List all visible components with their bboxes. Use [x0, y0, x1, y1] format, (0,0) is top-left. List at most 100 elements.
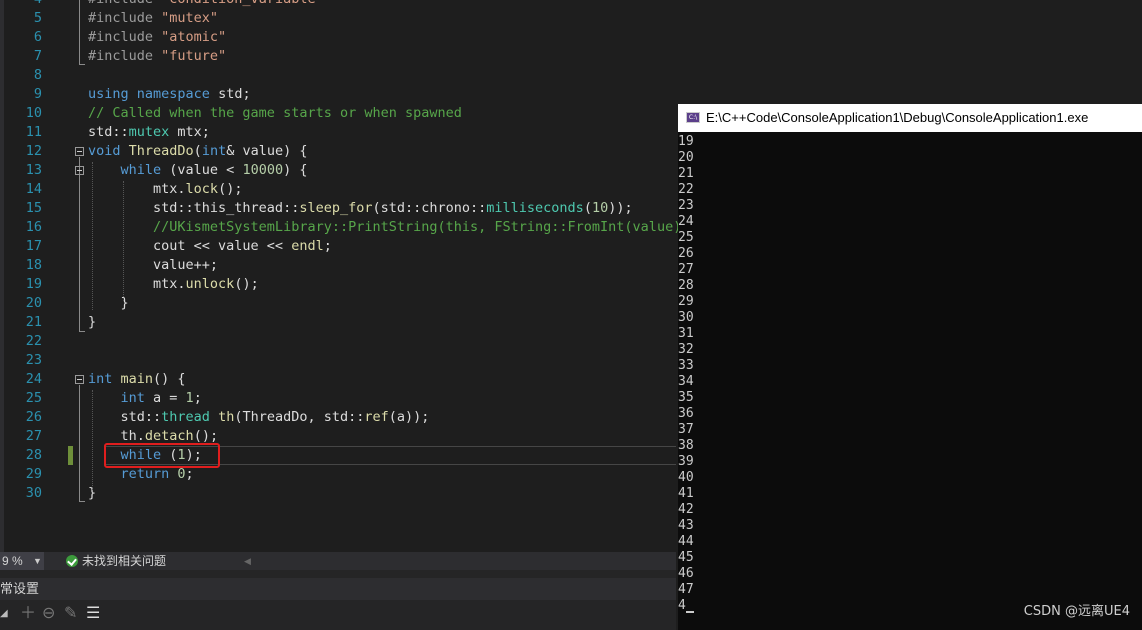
code-token: mtx;	[169, 124, 210, 140]
code-text: using namespace std;	[88, 85, 251, 104]
edit-icon[interactable]: ✎	[64, 605, 77, 623]
code-token: "future"	[161, 48, 227, 64]
code-token: (a));	[388, 409, 430, 425]
line-number: 23	[25, 352, 42, 368]
line-number: 29	[25, 466, 42, 482]
console-output-line: 19	[678, 134, 694, 149]
code-token: #include	[88, 29, 162, 45]
code-token: void	[88, 143, 129, 159]
code-token: "condition_variable"	[161, 0, 324, 7]
code-token: using	[88, 86, 137, 102]
console-output-line: 40	[678, 470, 694, 485]
console-title-bar[interactable]: C:\ E:\C++Code\ConsoleApplication1\Debug…	[678, 104, 1142, 132]
console-output-line: 38	[678, 438, 694, 453]
code-token: ) {	[283, 162, 308, 178]
code-text: #include "mutex"	[88, 9, 218, 28]
console-output-line: 25	[678, 230, 694, 245]
code-token: ;	[185, 466, 194, 482]
panel-header: 常设置	[0, 578, 676, 600]
code-text: }	[88, 313, 96, 332]
threaddo-fold-line	[79, 157, 80, 331]
code-token: (std::chrono::	[372, 200, 487, 216]
console-output-line: 21	[678, 166, 694, 181]
code-token: int	[201, 143, 227, 159]
code-text: int a = 1;	[88, 389, 202, 408]
code-token: int	[88, 371, 121, 387]
code-token: ;	[193, 390, 202, 406]
code-token: thread	[161, 409, 210, 425]
console-output-line: 35	[678, 390, 694, 405]
code-token: (ThreadDo, std::	[234, 409, 365, 425]
line-number: 28	[25, 447, 42, 463]
line-number: 21	[25, 314, 42, 330]
line-number: 15	[25, 200, 42, 216]
code-token: #include	[88, 0, 161, 7]
dropdown-arrow-icon[interactable]: ◢	[0, 605, 8, 623]
chevron-down-icon: ▼	[33, 556, 42, 566]
panel-divider	[0, 570, 676, 578]
code-token: int	[88, 390, 145, 406]
code-text: value++;	[88, 256, 218, 275]
code-token: mutex	[128, 124, 170, 140]
console-output-line: 24	[678, 214, 694, 229]
code-line[interactable]: 5 #include "mutex"	[0, 9, 1142, 28]
code-token: }	[88, 314, 97, 330]
console-app-icon: C:\	[686, 112, 700, 123]
code-token: while	[88, 162, 162, 178]
zoom-dropdown[interactable]: 9 % ▼	[0, 552, 44, 570]
console-output-line: 39	[678, 454, 694, 469]
code-line[interactable]: 8	[0, 66, 1142, 85]
code-token: ThreadDo	[128, 143, 194, 159]
fold-toggle-threaddo[interactable]	[75, 147, 84, 156]
include-fold-line	[79, 0, 80, 64]
code-line[interactable]: 9 using namespace std;	[0, 85, 1142, 104]
code-token: ref	[364, 409, 389, 425]
console-output-line: 28	[678, 278, 694, 293]
line-number: 12	[25, 143, 42, 159]
line-number: 26	[25, 409, 42, 425]
scroll-left-icon[interactable]: ◀	[244, 552, 251, 570]
console-output-line: 27	[678, 262, 694, 277]
line-number: 30	[25, 485, 42, 501]
main-fold-end	[79, 501, 85, 502]
code-token: ));	[608, 200, 633, 216]
console-output-line: 31	[678, 326, 694, 341]
change-indicator	[68, 446, 73, 465]
console-window[interactable]: C:\ E:\C++Code\ConsoleApplication1\Debug…	[678, 104, 1142, 630]
code-token: #include	[88, 10, 162, 26]
code-token: return	[88, 466, 178, 482]
editor-status-bar: 9 % ▼ 未找到相关问题 ◀	[0, 552, 676, 570]
issues-status[interactable]: 未找到相关问题	[82, 552, 166, 570]
line-number: 6	[33, 29, 42, 45]
fold-toggle-main[interactable]	[75, 375, 84, 384]
code-text: void ThreadDo(int& value) {	[88, 142, 307, 161]
code-token: namespace	[136, 86, 219, 102]
zoom-level: 9 %	[2, 554, 23, 568]
code-token: milliseconds	[486, 200, 584, 216]
add-icon[interactable]: ＋	[20, 605, 36, 623]
panel-toolbar: ◢ ＋ ⊖ ✎ ☰	[0, 600, 676, 630]
code-text: while (value < 10000) {	[88, 161, 308, 180]
code-token: unlock	[185, 276, 235, 292]
code-token: a =	[144, 390, 186, 406]
line-number: 19	[25, 276, 42, 292]
code-token: () {	[153, 371, 186, 387]
line-number: 4	[0, 0, 42, 9]
remove-icon[interactable]: ⊖	[42, 605, 55, 623]
code-line[interactable]: 4 #include "condition_variable"	[0, 0, 1142, 9]
fold-toggle-while[interactable]	[75, 166, 84, 175]
code-token: sleep_for	[299, 200, 373, 216]
panel-title: 常设置	[0, 581, 40, 596]
list-settings-icon[interactable]: ☰	[86, 605, 100, 623]
line-number: 7	[33, 48, 42, 64]
line-number: 22	[25, 333, 42, 349]
code-token: value++;	[88, 257, 219, 273]
console-output-line: 33	[678, 358, 694, 373]
code-line[interactable]: 6 #include "atomic"	[0, 28, 1142, 47]
code-token: endl	[291, 238, 324, 254]
console-output-line: 37	[678, 422, 694, 437]
code-token: lock	[185, 181, 219, 197]
console-output-line: 32	[678, 342, 694, 357]
code-line[interactable]: 7 #include "future"	[0, 47, 1142, 66]
code-token: (value <	[161, 162, 243, 178]
